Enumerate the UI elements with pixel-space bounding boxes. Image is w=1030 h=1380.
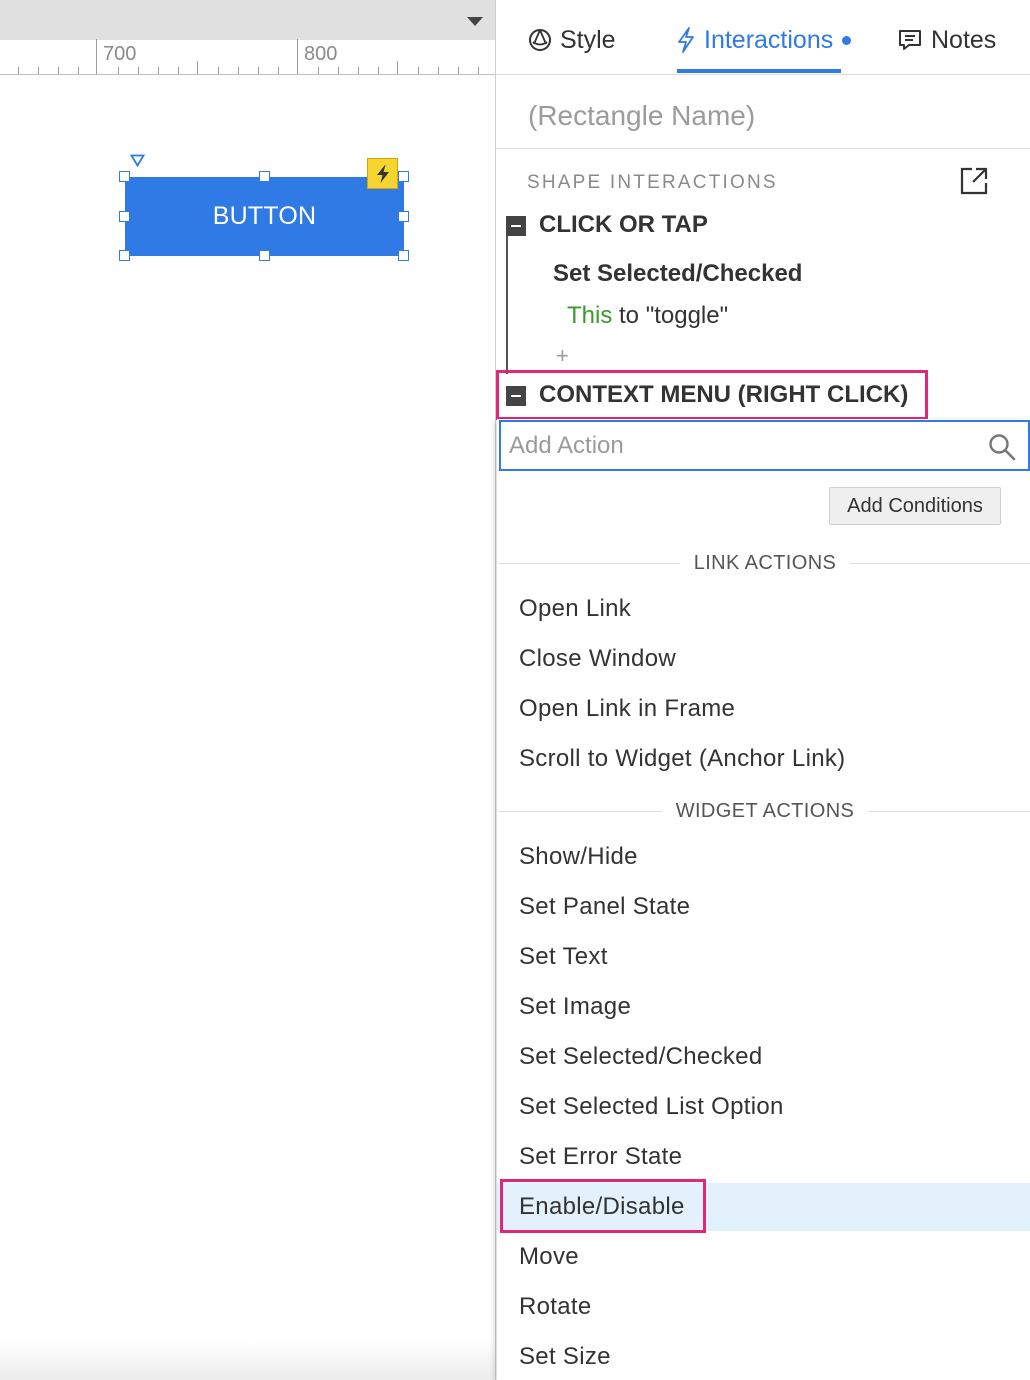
unsaved-dot-icon — [842, 35, 852, 45]
event-tree-line — [506, 236, 508, 374]
resize-handle[interactable] — [398, 211, 409, 222]
button-widget-label: BUTTON — [212, 202, 317, 230]
resize-handle[interactable] — [119, 211, 130, 222]
menu-item-set-image[interactable]: Set Image — [497, 983, 1030, 1031]
highlight-frame — [500, 1179, 706, 1233]
group-header-widget-actions: WIDGET ACTIONS — [497, 799, 1030, 823]
section-title: SHAPE INTERACTIONS — [527, 172, 778, 193]
add-action-input[interactable] — [509, 428, 969, 464]
menu-item-rotate[interactable]: Rotate — [497, 1283, 1030, 1331]
anchor-triangle-icon[interactable] — [130, 154, 145, 167]
active-tab-indicator — [677, 69, 841, 73]
inspector-panel: Style Interactions Notes (Rectangle Name… — [495, 0, 1030, 1380]
menu-item-set-selected-checked[interactable]: Set Selected/Checked — [497, 1033, 1030, 1081]
ruler-label-800: 800 — [304, 43, 338, 65]
resize-handle[interactable] — [398, 250, 409, 261]
menu-item-show-hide[interactable]: Show/Hide — [497, 833, 1030, 881]
tab-style-label: Style — [560, 25, 616, 54]
action-target: This — [567, 302, 613, 329]
chevron-down-icon[interactable] — [467, 17, 483, 26]
group-header-link-actions: LINK ACTIONS — [497, 551, 1030, 575]
menu-item-set-panel-state[interactable]: Set Panel State — [497, 883, 1030, 931]
divider — [496, 148, 1030, 149]
add-action-plus-icon[interactable]: + — [556, 343, 569, 369]
tab-notes-label: Notes — [931, 25, 997, 54]
menu-item-scroll-to-widget[interactable]: Scroll to Widget (Anchor Link) — [497, 735, 1030, 783]
resize-handle[interactable] — [119, 171, 130, 182]
menu-item-open-link[interactable]: Open Link — [497, 585, 1030, 633]
menu-item-set-text[interactable]: Set Text — [497, 933, 1030, 981]
ruler-label-700: 700 — [103, 43, 137, 65]
menu-item-set-error-state[interactable]: Set Error State — [497, 1133, 1030, 1181]
design-canvas[interactable]: 700 800 BUTTON — [0, 0, 495, 1380]
menu-item-open-link-in-frame[interactable]: Open Link in Frame — [497, 685, 1030, 733]
add-action-search[interactable] — [499, 420, 1030, 471]
canvas-top-bar — [0, 0, 495, 40]
resize-handle[interactable] — [119, 250, 130, 261]
tab-interactions-label: Interactions — [704, 25, 834, 54]
menu-item-set-size[interactable]: Set Size — [497, 1333, 1030, 1380]
resize-handle[interactable] — [259, 250, 270, 261]
tab-interactions[interactable]: Interactions — [676, 22, 852, 58]
tab-style[interactable]: Style — [528, 22, 616, 58]
inspector-tabs: Style Interactions Notes — [496, 0, 1030, 75]
action-detail-text: to "toggle" — [612, 302, 729, 329]
button-widget[interactable]: BUTTON — [125, 177, 404, 256]
action-set-selected[interactable]: Set Selected/Checked — [553, 260, 802, 288]
action-detail[interactable]: This to "toggle" — [567, 302, 728, 330]
resize-handle[interactable] — [398, 171, 409, 182]
horizontal-ruler: 700 800 — [0, 39, 495, 75]
widget-name-field[interactable]: (Rectangle Name) — [528, 100, 755, 132]
interaction-badge-lightning-icon[interactable] — [367, 158, 398, 189]
canvas-bottom-shadow — [0, 1340, 495, 1380]
lightning-icon — [678, 27, 694, 53]
style-icon — [529, 29, 551, 51]
menu-item-set-selected-list-option[interactable]: Set Selected List Option — [497, 1083, 1030, 1131]
menu-item-close-window[interactable]: Close Window — [497, 635, 1030, 683]
resize-handle[interactable] — [259, 171, 270, 182]
search-icon — [989, 434, 1016, 461]
event-click-or-tap[interactable]: CLICK OR TAP — [539, 211, 708, 239]
menu-item-move[interactable]: Move — [497, 1233, 1030, 1281]
collapse-icon[interactable] — [506, 216, 526, 236]
notes-icon — [899, 30, 921, 50]
tab-notes[interactable]: Notes — [897, 22, 996, 58]
add-action-dropdown: Add Conditions LINK ACTIONS Open Link Cl… — [497, 419, 1030, 1380]
add-conditions-button[interactable]: Add Conditions — [829, 487, 1001, 525]
highlight-frame — [496, 370, 928, 420]
popout-icon[interactable] — [959, 166, 989, 196]
